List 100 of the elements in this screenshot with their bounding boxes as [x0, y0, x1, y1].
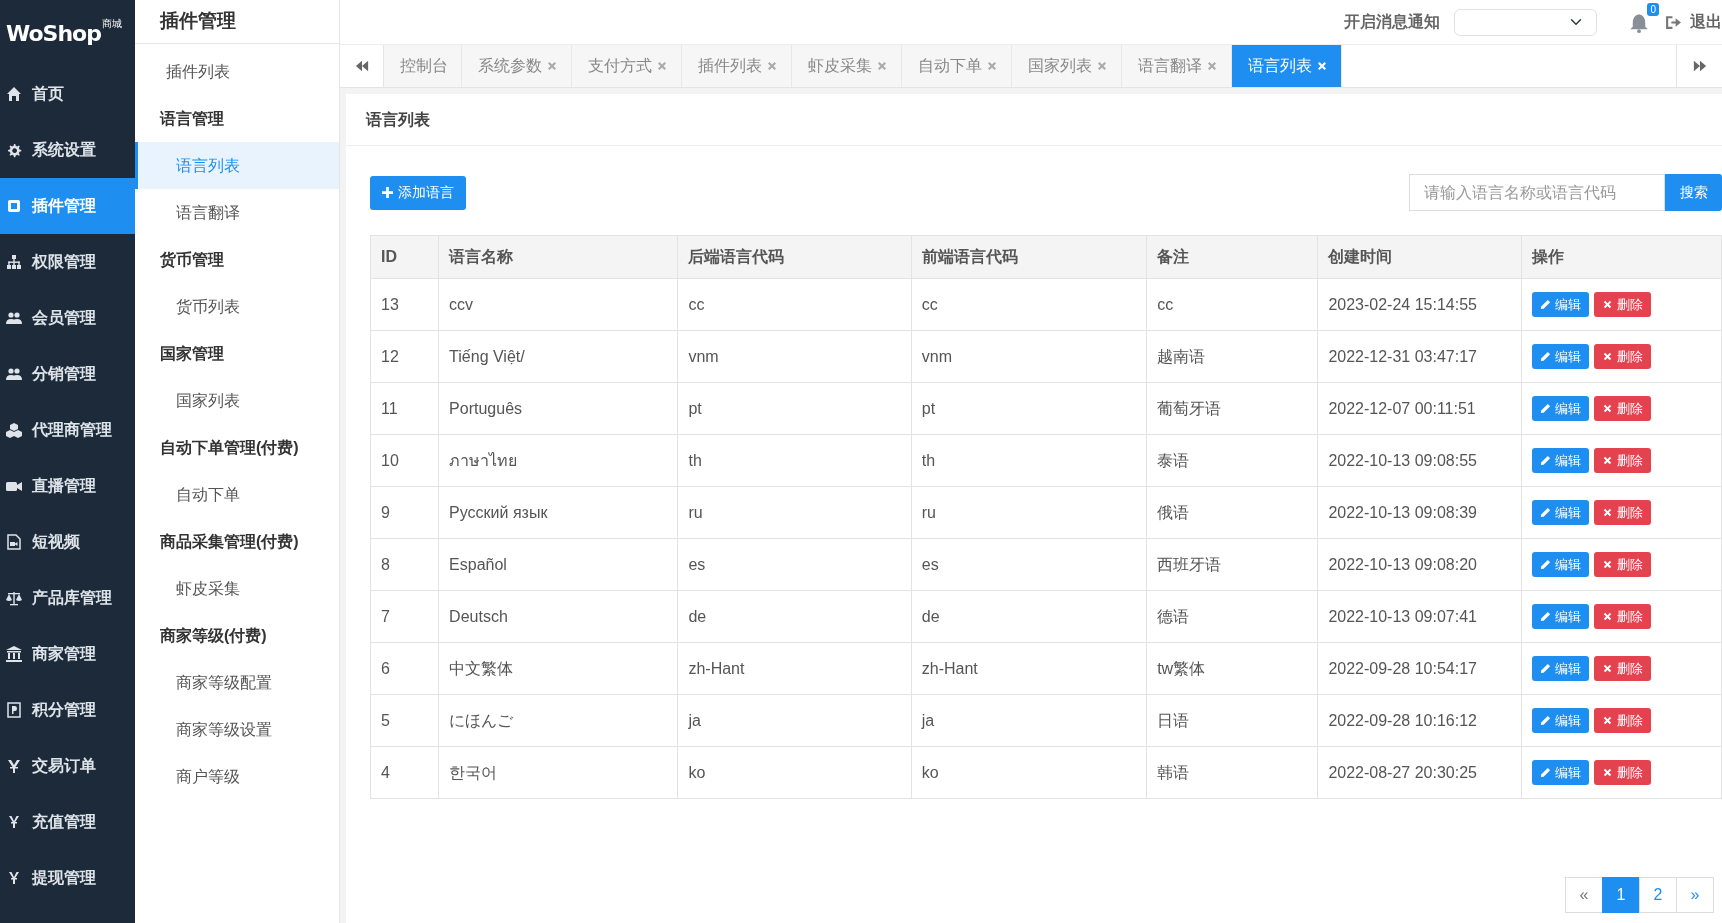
menu-item[interactable]: 商家管理 — [0, 626, 135, 682]
close-icon[interactable] — [546, 60, 558, 72]
close-icon[interactable] — [986, 60, 998, 72]
delete-button[interactable]: 删除 — [1593, 292, 1651, 317]
close-icon[interactable] — [1206, 60, 1218, 72]
tab[interactable]: 系统参数 — [462, 45, 572, 87]
delete-button[interactable]: 删除 — [1593, 448, 1651, 473]
tab[interactable]: 支付方式 — [572, 45, 682, 87]
table-cell: Русский язык — [438, 486, 678, 539]
delete-button[interactable]: 删除 — [1593, 708, 1651, 733]
edit-button[interactable]: 编辑 — [1531, 500, 1589, 525]
tab[interactable]: 国家列表 — [1012, 45, 1122, 87]
submenu-item[interactable]: 商家等级设置 — [135, 706, 339, 753]
edit-button[interactable]: 编辑 — [1531, 292, 1589, 317]
menu-item[interactable]: 插件管理 — [0, 178, 135, 234]
close-icon — [1601, 455, 1613, 466]
notify-select[interactable] — [1454, 8, 1597, 36]
table-cell: cc — [1146, 278, 1318, 331]
double-left-icon — [354, 59, 369, 73]
menu-item[interactable]: 交易订单 — [0, 738, 135, 794]
menu-item[interactable]: 短视频 — [0, 514, 135, 570]
menu-item[interactable]: 系统设置 — [0, 122, 135, 178]
submenu-item[interactable]: 商家等级配置 — [135, 659, 339, 706]
table-cell: 10 — [370, 434, 439, 487]
menu-item[interactable]: 会员管理 — [0, 290, 135, 346]
menu-item[interactable]: 充值管理 — [0, 794, 135, 850]
tab[interactable]: 自动下单 — [902, 45, 1012, 87]
delete-button[interactable]: 删除 — [1593, 552, 1651, 577]
tab[interactable]: 语言列表 — [1232, 45, 1342, 87]
delete-button[interactable]: 删除 — [1593, 344, 1651, 369]
menu-item[interactable]: 权限管理 — [0, 234, 135, 290]
submenu-item[interactable]: 语言翻译 — [135, 189, 339, 236]
page-button[interactable]: 2 — [1639, 877, 1677, 913]
column-header: 后端语言代码 — [677, 235, 912, 279]
search-field[interactable]: 请输入语言名称或语言代码 — [1409, 174, 1665, 211]
table-cell: 韩语 — [1146, 746, 1318, 799]
close-icon[interactable] — [876, 60, 888, 72]
edit-button[interactable]: 编辑 — [1531, 604, 1589, 629]
table-cell: Deutsch — [438, 590, 678, 643]
submenu-heading: 货币管理 — [159, 250, 225, 271]
close-icon[interactable] — [1096, 60, 1108, 72]
home-icon — [6, 86, 22, 102]
menu-item[interactable]: 分销管理 — [0, 346, 135, 402]
delete-button[interactable]: 删除 — [1593, 500, 1651, 525]
menu-item[interactable]: 产品库管理 — [0, 570, 135, 626]
menu-item[interactable]: 首页 — [0, 66, 135, 122]
close-icon[interactable] — [656, 60, 668, 72]
pencil-icon — [1539, 715, 1551, 726]
edit-button[interactable]: 编辑 — [1531, 344, 1589, 369]
table-cell: 12 — [370, 330, 439, 383]
hierarchy-icon — [6, 254, 22, 270]
submenu-item[interactable]: 虾皮采集 — [135, 565, 339, 612]
edit-button[interactable]: 编辑 — [1531, 552, 1589, 577]
previous-page-button[interactable]: « — [1565, 877, 1603, 913]
menu-item[interactable]: 提现管理 — [0, 850, 135, 906]
table-cell: zh-Hant — [677, 642, 912, 695]
submenu-heading: 商家等级(付费) — [159, 626, 268, 646]
tab[interactable]: 插件列表 — [682, 45, 792, 87]
table-cell: Español — [438, 538, 678, 591]
submenu-item[interactable]: 商户等级 — [135, 753, 339, 800]
menu-item[interactable]: 代理商管理 — [0, 402, 135, 458]
page-button[interactable]: 1 — [1602, 877, 1640, 913]
edit-button[interactable]: 编辑 — [1531, 708, 1589, 733]
close-icon[interactable] — [1316, 60, 1328, 72]
plugin-icon — [6, 198, 22, 214]
table-cell: 泰语 — [1146, 434, 1318, 487]
close-icon[interactable] — [766, 60, 778, 72]
menu-item[interactable]: 积分管理 — [0, 682, 135, 738]
edit-button[interactable]: 编辑 — [1531, 396, 1589, 421]
column-header: 备注 — [1146, 235, 1318, 279]
submenu-item[interactable]: 语言列表 — [135, 142, 339, 189]
edit-button[interactable]: 编辑 — [1531, 760, 1589, 785]
next-page-button[interactable]: » — [1676, 877, 1714, 913]
delete-button[interactable]: 删除 — [1593, 604, 1651, 629]
tab[interactable]: 控制台 — [384, 45, 462, 87]
table-cell: ru — [911, 486, 1147, 539]
scales-icon — [6, 590, 22, 606]
submenu-item[interactable]: 自动下单 — [135, 471, 339, 518]
table-cell: th — [677, 434, 912, 487]
logout-link[interactable]: 退出 — [1665, 10, 1722, 34]
submenu-heading: 自动下单管理(付费) — [159, 438, 300, 458]
add-language-button[interactable]: 添加语言 — [370, 175, 466, 210]
table-cell: 한국어 — [438, 746, 678, 799]
submenu-item[interactable]: 插件列表 — [135, 48, 339, 95]
submenu-item[interactable]: 国家列表 — [135, 377, 339, 424]
panel-title: 语言列表 — [346, 94, 1722, 146]
table-cell: 西班牙语 — [1146, 538, 1318, 591]
submenu-item[interactable]: 货币列表 — [135, 283, 339, 330]
delete-button[interactable]: 删除 — [1593, 656, 1651, 681]
tab[interactable]: 虾皮采集 — [792, 45, 902, 87]
plus-icon — [382, 187, 393, 198]
table-cell: th — [911, 434, 1147, 487]
delete-button[interactable]: 删除 — [1593, 396, 1651, 421]
search-button[interactable]: 搜索 — [1665, 174, 1722, 211]
menu-item[interactable]: 直播管理 — [0, 458, 135, 514]
edit-button[interactable]: 编辑 — [1531, 656, 1589, 681]
delete-button[interactable]: 删除 — [1593, 760, 1651, 785]
table-cell: 中文繁体 — [438, 642, 678, 695]
edit-button[interactable]: 编辑 — [1531, 448, 1589, 473]
tab[interactable]: 语言翻译 — [1122, 45, 1232, 87]
